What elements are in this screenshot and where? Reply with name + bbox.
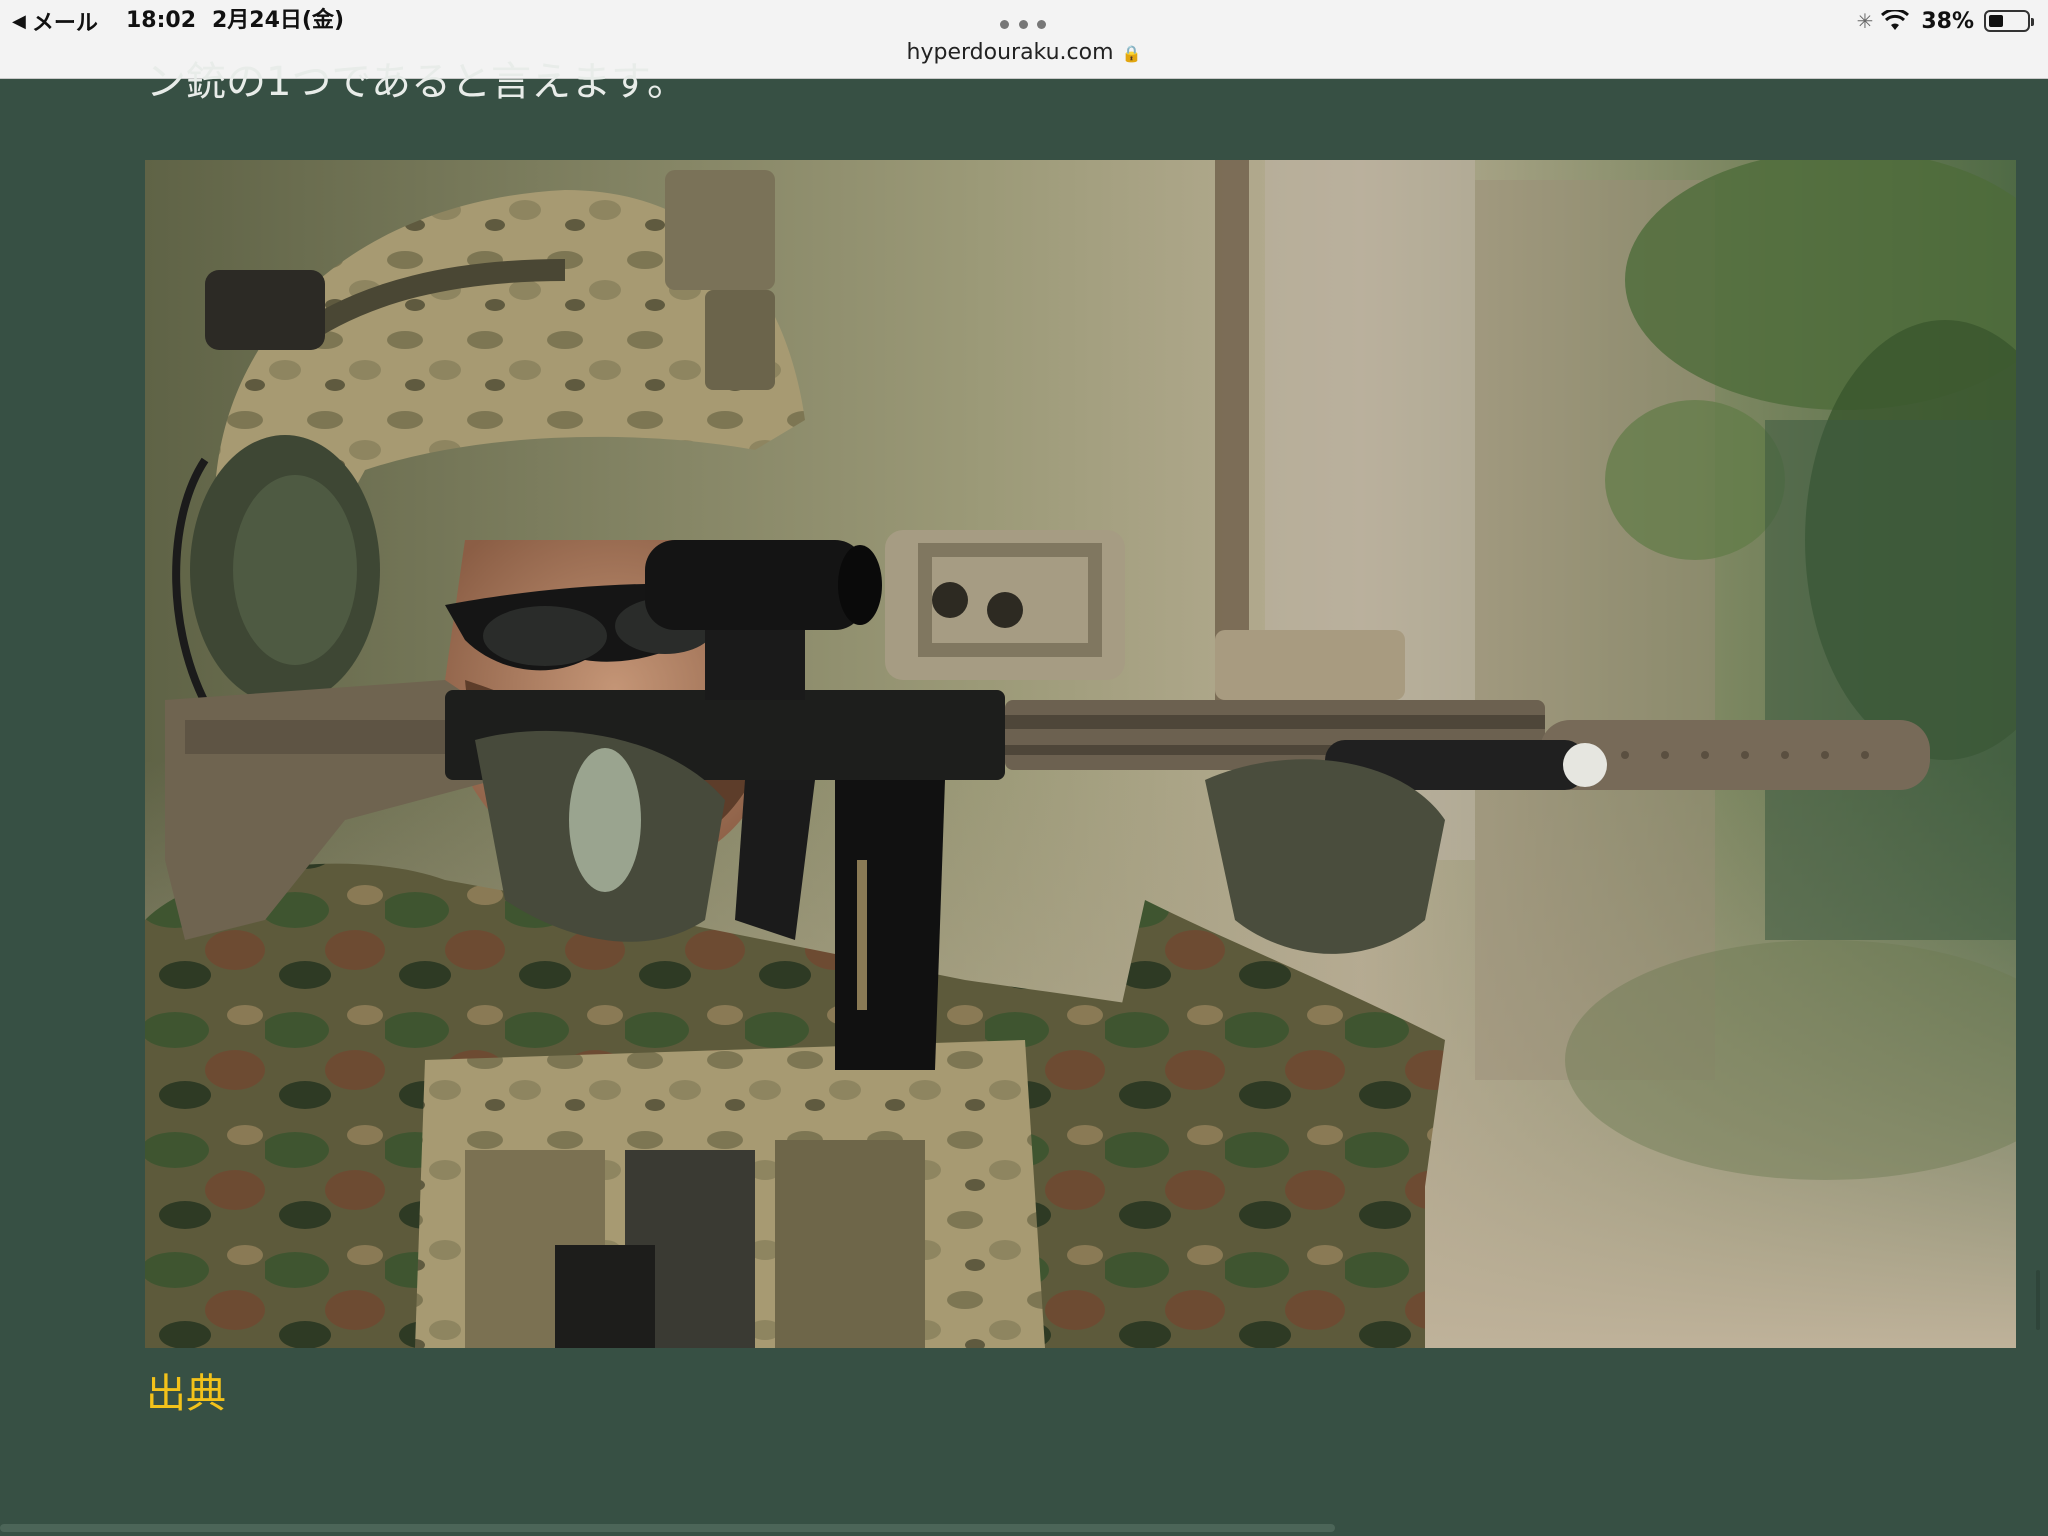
article-text-clipped: ン銃の1つであると言えます。 [146,48,1846,104]
battery-percent: 38% [1921,8,1974,34]
article-text-line: ン銃の1つであると言えます。 [146,59,688,104]
home-indicator-bar [0,1524,1335,1532]
status-indicators: ✳ 38% [1856,6,2034,36]
back-triangle-icon: ◀ [12,10,26,32]
soldier-with-rifle-image [145,160,2016,1348]
multitasking-dots-icon[interactable] [1000,18,1046,30]
page: ◀ メール 18:02 2月24日(金) hyperdouraku.com 🔒 ✳… [0,0,2048,1536]
battery-icon [1984,10,2034,32]
back-app-label: メール [31,11,98,36]
status-time: 18:02 [126,8,197,33]
activity-spinner-icon: ✳ [1856,9,1874,33]
wifi-icon [1881,10,1910,30]
status-date: 2月24日(金) [212,8,345,33]
article-photo[interactable] [145,160,2016,1348]
battery-fill [1989,15,2003,27]
back-to-app-button[interactable]: ◀ メール [12,6,98,37]
scroll-indicator [2036,1270,2040,1330]
source-credit-link[interactable]: 出典 [146,1366,226,1422]
